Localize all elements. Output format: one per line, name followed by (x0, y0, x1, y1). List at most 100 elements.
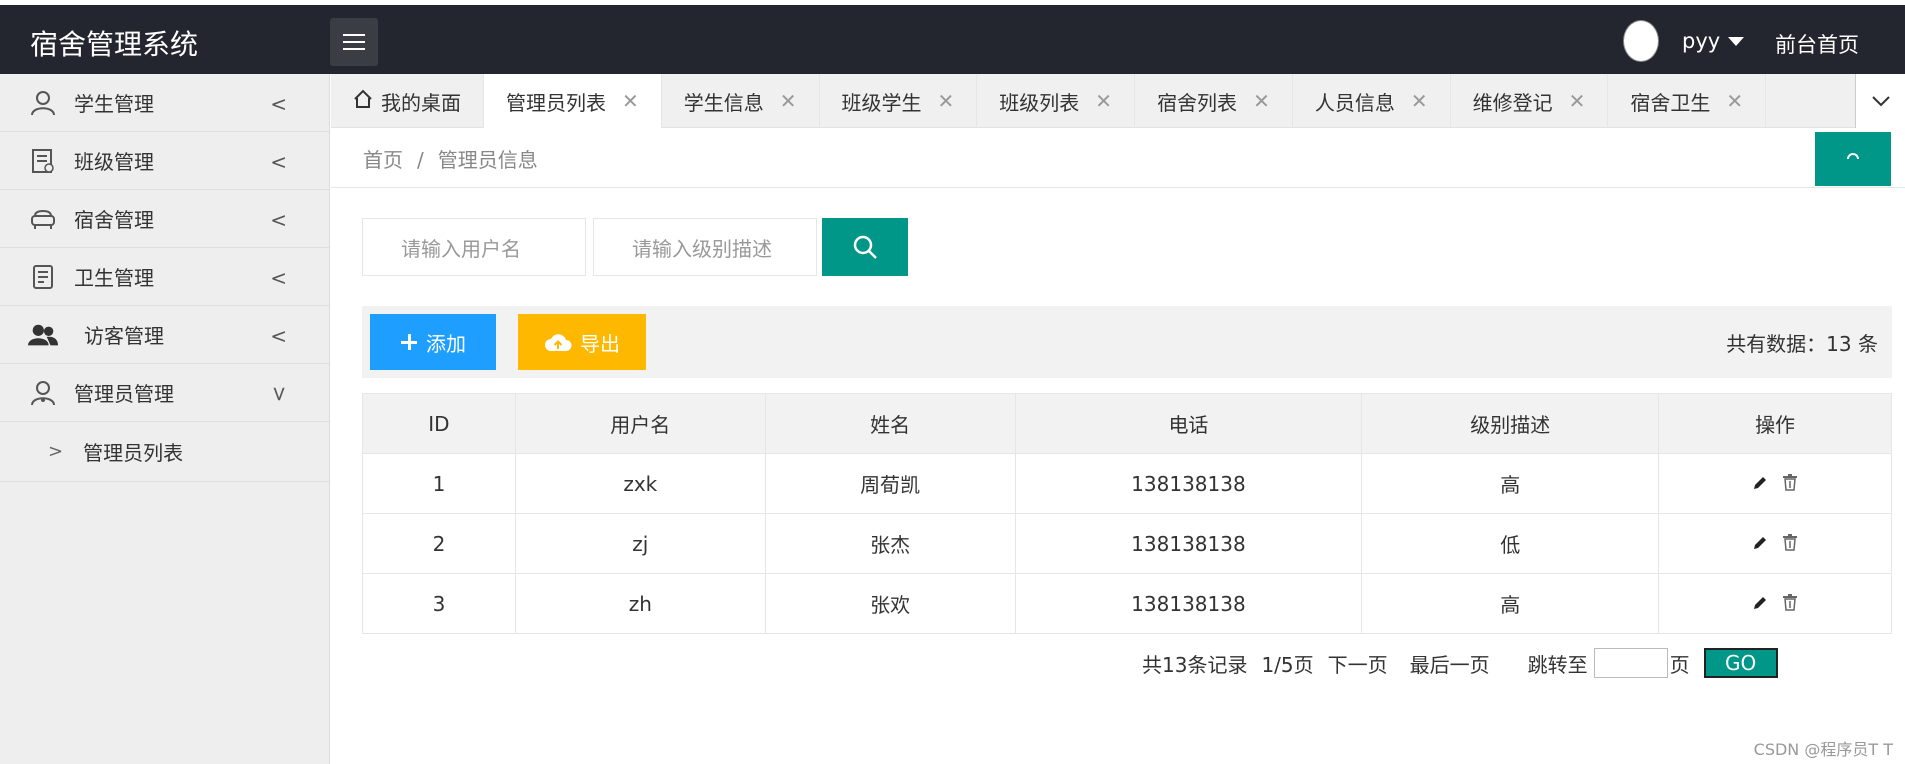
cell-name: 周荀凯 (764, 453, 1016, 514)
sidebar-item-label: 宿舍管理 (74, 208, 154, 232)
export-button-label: 导出 (580, 331, 620, 356)
sofa-icon (28, 204, 58, 234)
tab-student-info[interactable]: 学生信息 ✕ (662, 74, 820, 128)
cell-username: zxk (514, 453, 766, 514)
table-toolbar: 添加 导出 共有数据：13 条 (362, 306, 1892, 378)
admin-table: ID 用户名 姓名 电话 级别描述 操作 1 zxk 周荀凯 138138138… (362, 393, 1892, 634)
trash-icon[interactable] (1782, 532, 1798, 556)
sidebar-item-dorm[interactable]: 宿舍管理 < (0, 190, 329, 248)
refresh-icon (1847, 153, 1859, 160)
close-icon[interactable]: ✕ (622, 89, 639, 113)
close-icon[interactable]: ✕ (1569, 89, 1586, 113)
export-button[interactable]: 导出 (518, 314, 646, 370)
tab-label: 我的桌面 (381, 90, 461, 115)
users-icon (28, 320, 58, 350)
chevron-down-icon: < (266, 385, 291, 403)
search-button[interactable] (822, 218, 908, 276)
tab-admin-list[interactable]: 管理员列表 ✕ (484, 74, 662, 128)
tab-more-button[interactable] (1855, 74, 1905, 128)
breadcrumb-current: 管理员信息 (437, 148, 538, 172)
close-icon[interactable]: ✕ (1726, 89, 1743, 113)
cell-id: 3 (362, 573, 516, 634)
trash-icon[interactable] (1782, 592, 1798, 616)
tab-repair[interactable]: 维修登记 ✕ (1451, 74, 1609, 128)
sidebar-subitem-admin-list[interactable]: > 管理员列表 (0, 422, 329, 482)
page-indicator: 1/5页 (1261, 652, 1314, 677)
cell-phone: 138138138 (1014, 573, 1363, 634)
close-icon[interactable]: ✕ (938, 89, 955, 113)
cell-name: 张杰 (764, 513, 1016, 574)
caret-down-icon (1728, 36, 1745, 46)
column-header: 姓名 (764, 393, 1016, 454)
tab-class-list[interactable]: 班级列表 ✕ (977, 74, 1136, 128)
sidebar-item-class[interactable]: 班级管理 < (0, 132, 329, 190)
home-icon (353, 89, 373, 114)
sidebar-item-label: 班级管理 (74, 150, 154, 174)
trash-icon[interactable] (1782, 472, 1798, 496)
add-button[interactable]: 添加 (370, 314, 496, 370)
tab-class-students[interactable]: 班级学生 ✕ (820, 74, 978, 128)
document-icon (28, 146, 58, 176)
front-home-link[interactable]: 前台首页 (1775, 29, 1859, 59)
jump-page-input[interactable] (1593, 648, 1668, 678)
cell-actions (1658, 513, 1892, 574)
edit-icon[interactable] (1752, 592, 1768, 616)
breadcrumb-home[interactable]: 首页 (363, 148, 403, 172)
tab-dorm-list[interactable]: 宿舍列表 ✕ (1135, 74, 1293, 128)
close-icon[interactable]: ✕ (1411, 89, 1428, 113)
column-header: 操作 (1658, 393, 1892, 454)
chevron-right-icon: > (48, 441, 64, 462)
sidebar-item-hygiene[interactable]: 卫生管理 < (0, 248, 329, 306)
pagination: 共13条记录 1/5页 下一页 最后一页 跳转至 页 GO (1142, 648, 1778, 678)
tab-person-info[interactable]: 人员信息 ✕ (1293, 74, 1451, 128)
tab-dorm-hygiene[interactable]: 宿舍卫生 ✕ (1608, 74, 1767, 128)
add-button-label: 添加 (426, 331, 466, 356)
sidebar-item-visitor[interactable]: 访客管理 < (0, 306, 329, 364)
tab-label: 学生信息 (683, 90, 764, 115)
table-row: 3 zh 张欢 138138138 高 (362, 573, 1892, 634)
tab-label: 班级学生 (841, 90, 922, 115)
admin-icon (28, 378, 58, 408)
top-header: 宿舍管理系统 pyy 前台首页 (0, 0, 1905, 74)
close-icon[interactable]: ✕ (780, 89, 797, 113)
sidebar-item-admin[interactable]: 管理员管理 < (0, 364, 329, 422)
sidebar-item-label: 卫生管理 (74, 266, 154, 290)
go-button[interactable]: GO (1703, 648, 1778, 678)
table-row: 1 zxk 周荀凯 138138138 高 (362, 453, 1892, 514)
sidebar-item-student[interactable]: 学生管理 < (0, 74, 329, 132)
next-page-link[interactable]: 下一页 (1328, 649, 1388, 678)
close-icon[interactable]: ✕ (1253, 89, 1270, 113)
edit-icon[interactable] (1752, 472, 1768, 496)
hamburger-icon (343, 34, 365, 50)
tab-desktop[interactable]: 我的桌面 (331, 74, 484, 128)
jump-suffix: 页 (1669, 652, 1690, 677)
tab-label: 宿舍列表 (1157, 90, 1238, 115)
cell-phone: 138138138 (1014, 513, 1363, 574)
cell-name: 张欢 (764, 573, 1016, 634)
cell-actions (1658, 573, 1892, 634)
column-header: 电话 (1014, 393, 1363, 454)
breadcrumb-bar: 首页 / 管理员信息 (331, 128, 1905, 188)
cloud-upload-icon (545, 334, 572, 351)
tab-label: 班级列表 (999, 90, 1080, 115)
close-icon[interactable]: ✕ (1095, 89, 1112, 113)
level-search-input[interactable]: 请输入级别描述 (593, 218, 817, 276)
table-row: 2 zj 张杰 138138138 低 (362, 513, 1892, 574)
tab-label: 管理员列表 (506, 90, 606, 115)
chevron-left-icon: < (270, 92, 287, 116)
cell-level: 低 (1361, 513, 1660, 574)
edit-icon[interactable] (1752, 532, 1768, 556)
cell-actions (1658, 453, 1892, 514)
sidebar-item-label: 管理员管理 (74, 382, 174, 406)
username-search-input[interactable]: 请输入用户名 (362, 218, 586, 276)
jump-label: 跳转至 (1527, 652, 1588, 677)
tab-label: 人员信息 (1314, 90, 1395, 115)
breadcrumb-separator: / (417, 148, 424, 172)
cell-id: 2 (362, 513, 516, 574)
column-header: 级别描述 (1361, 393, 1660, 454)
menu-toggle-button[interactable] (330, 18, 378, 66)
last-page-link[interactable]: 最后一页 (1410, 649, 1490, 678)
refresh-button[interactable] (1815, 132, 1891, 186)
user-menu[interactable]: pyy (1682, 29, 1745, 53)
avatar[interactable] (1623, 20, 1659, 62)
